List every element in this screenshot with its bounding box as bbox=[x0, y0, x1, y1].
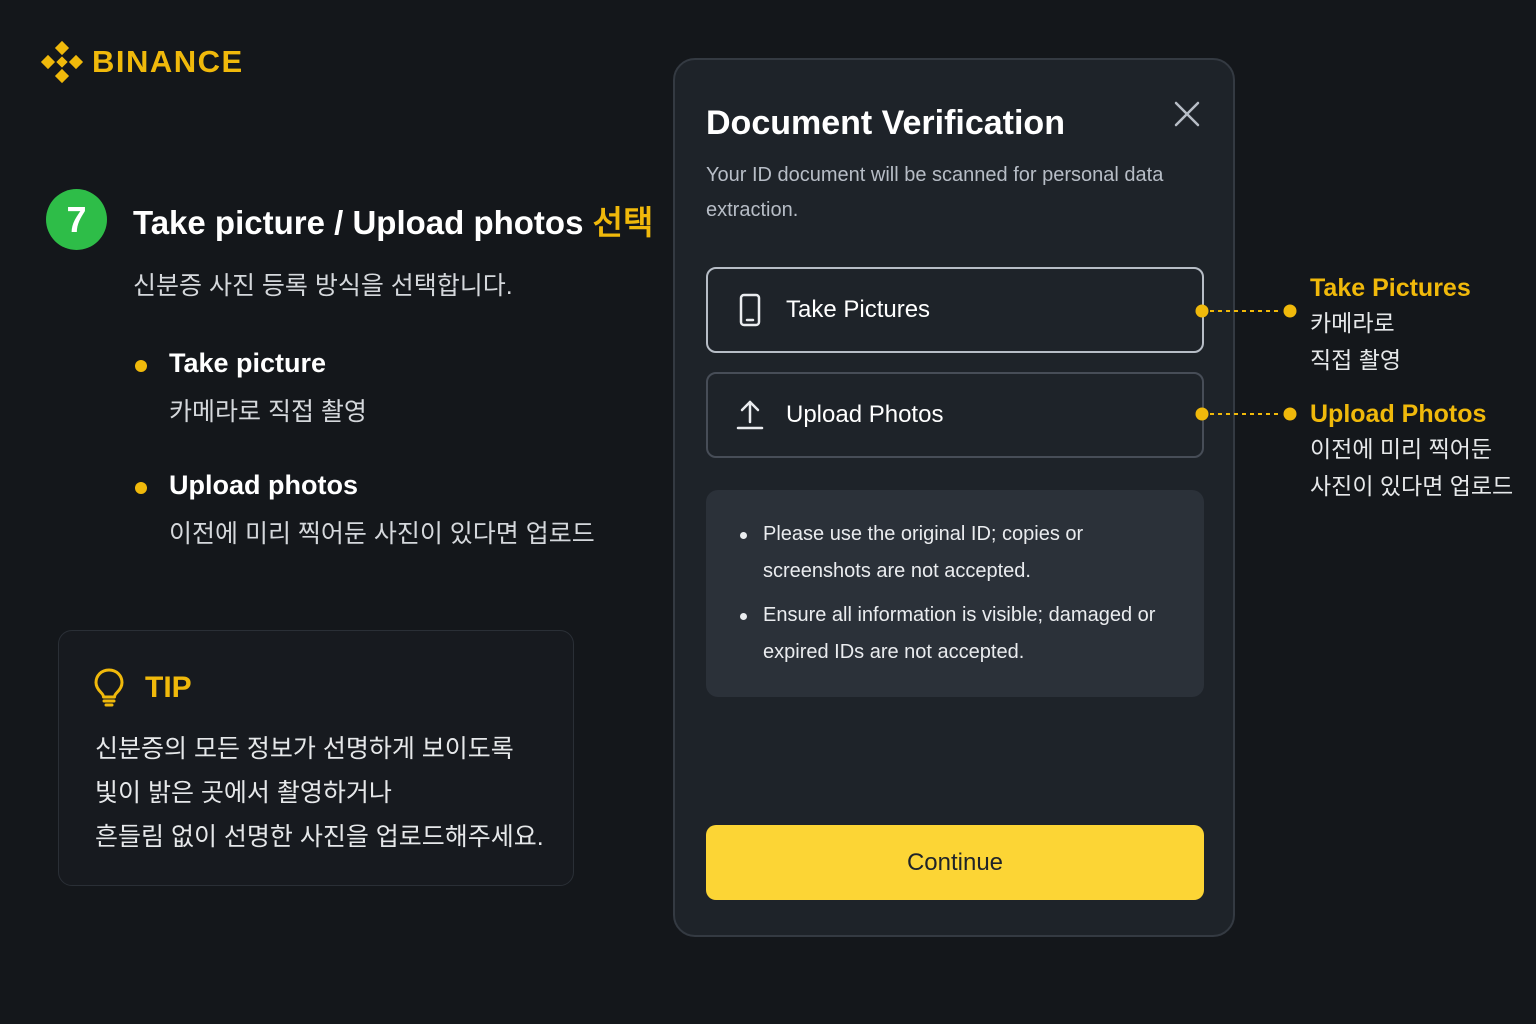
callout-line: 이전에 미리 찍어둔 bbox=[1310, 436, 1493, 462]
tip-line: 빛이 밝은 곳에서 촬영하거나 bbox=[95, 779, 392, 807]
bullet-title: Take picture bbox=[169, 348, 327, 378]
tip-box: TIP 신분증의 모든 정보가 선명하게 보이도록 빛이 밝은 곳에서 촬영하거… bbox=[58, 630, 574, 886]
bullet-description: 이전에 미리 찍어둔 사진이 있다면 업로드 bbox=[169, 520, 595, 548]
bullet-title: Upload photos bbox=[169, 470, 358, 500]
note-bullet bbox=[740, 613, 747, 620]
step-title-highlight: 선택 bbox=[592, 204, 654, 241]
callout-upload-photos: Upload Photos 이전에 미리 찍어둔 사진이 있다면 업로드 bbox=[1310, 397, 1513, 505]
modal-subtitle: Your ID document will be scanned for per… bbox=[706, 164, 1164, 221]
step-description: 신분증 사진 등록 방식을 선택합니다. bbox=[133, 272, 513, 300]
binance-logo-icon bbox=[40, 40, 84, 84]
bullet-description: 카메라로 직접 촬영 bbox=[169, 398, 367, 426]
note-bullet bbox=[740, 532, 747, 539]
note-text: Ensure all information is visible; damag… bbox=[763, 604, 1156, 663]
lightbulb-icon bbox=[94, 668, 124, 707]
phone-icon bbox=[739, 293, 761, 327]
tip-line: 신분증의 모든 정보가 선명하게 보이도록 bbox=[95, 735, 514, 763]
binance-logo: BINANCE bbox=[40, 40, 244, 84]
callout-title: Take Pictures bbox=[1310, 274, 1471, 302]
bullet-dot bbox=[135, 482, 147, 494]
note-text: Please use the original ID; copies or sc… bbox=[763, 523, 1084, 582]
callout-line: 직접 촬영 bbox=[1310, 347, 1402, 373]
requirements-notes: Please use the original ID; copies or sc… bbox=[706, 490, 1204, 697]
page: BINANCE 7 Take picture / Upload photos 선… bbox=[0, 0, 1536, 1024]
callout-title: Upload Photos bbox=[1310, 400, 1487, 428]
step-number-badge: 7 bbox=[46, 189, 107, 250]
note-item: Ensure all information is visible; damag… bbox=[740, 597, 1190, 671]
callout-connector bbox=[1195, 304, 1297, 318]
note-item: Please use the original ID; copies or sc… bbox=[740, 516, 1190, 590]
callout-line: 사진이 있다면 업로드 bbox=[1310, 473, 1514, 499]
callout-line: 카메라로 bbox=[1310, 310, 1395, 336]
tip-label: TIP bbox=[145, 671, 192, 704]
brand-name: BINANCE bbox=[92, 44, 244, 79]
take-pictures-option[interactable]: Take Pictures bbox=[706, 267, 1204, 353]
continue-button[interactable]: Continue bbox=[706, 825, 1204, 900]
option-label: Upload Photos bbox=[786, 401, 944, 428]
document-verification-modal: Document Verification Your ID document w… bbox=[673, 58, 1235, 937]
step-title-main: Take picture / Upload photos bbox=[133, 204, 593, 241]
upload-icon bbox=[736, 400, 764, 430]
option-label: Take Pictures bbox=[786, 296, 931, 323]
callout-connector bbox=[1195, 407, 1297, 421]
upload-photos-option[interactable]: Upload Photos bbox=[706, 372, 1204, 458]
callout-take-pictures: Take Pictures 카메라로 직접 촬영 bbox=[1310, 271, 1471, 379]
close-icon[interactable] bbox=[1171, 98, 1203, 130]
tip-line: 흔들림 없이 선명한 사진을 업로드해주세요. bbox=[95, 823, 544, 851]
step-title: Take picture / Upload photos 선택 bbox=[133, 196, 653, 244]
modal-title: Document Verification bbox=[706, 104, 1065, 142]
bullet-dot bbox=[135, 360, 147, 372]
